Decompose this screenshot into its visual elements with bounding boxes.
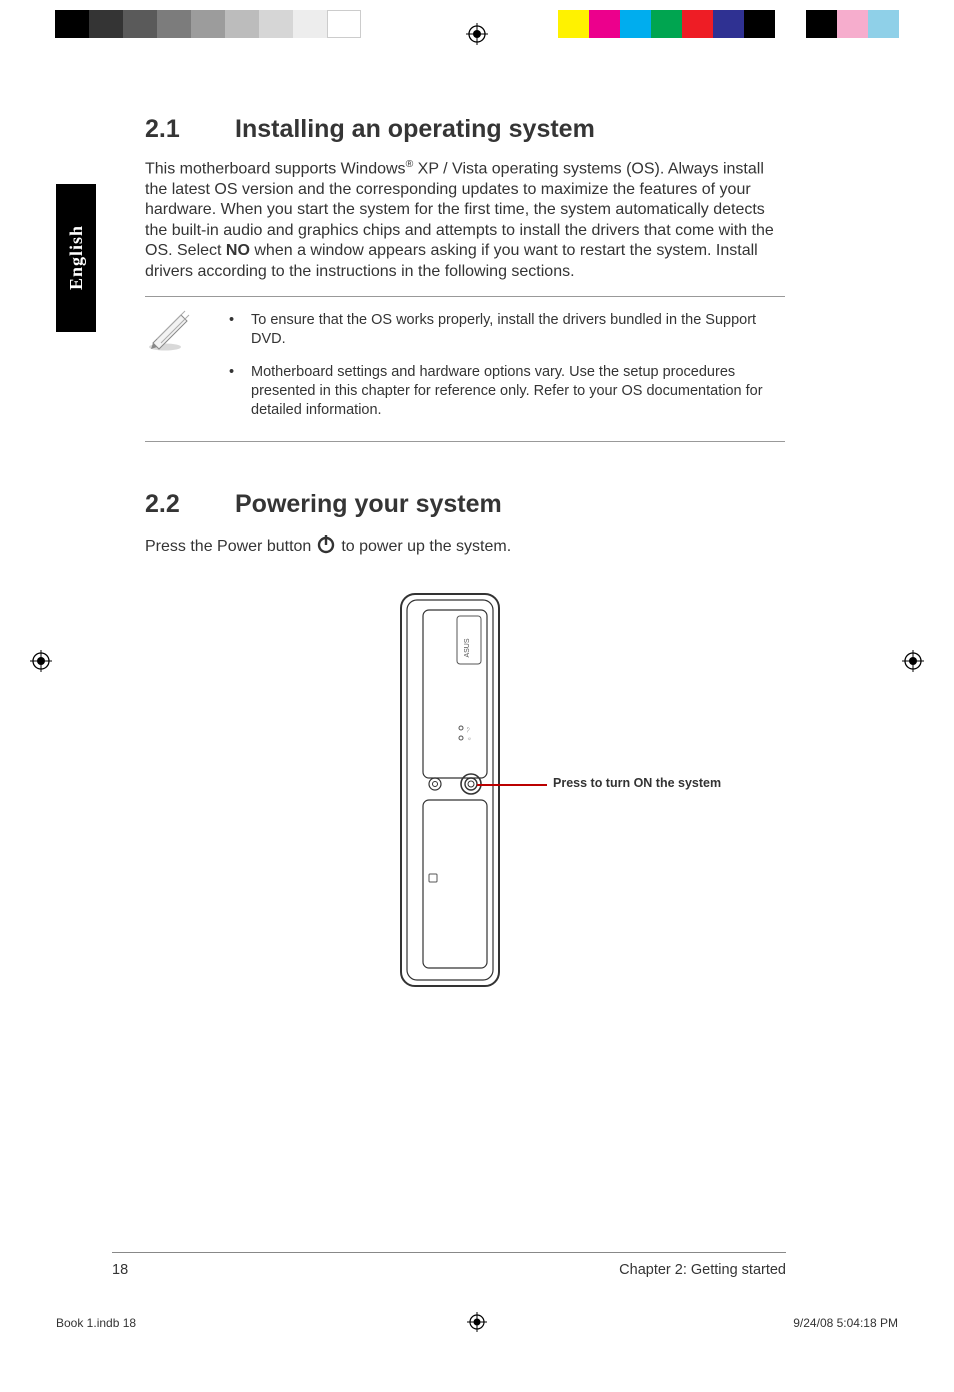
grayscale-calibration — [55, 10, 361, 38]
color-calibration — [558, 10, 899, 38]
callout-label: Press to turn ON the system — [553, 776, 721, 790]
registration-mark-icon — [466, 23, 488, 45]
svg-text:႒: ႒ — [467, 726, 470, 732]
registration-mark-right-icon — [902, 650, 924, 677]
imprint-line: Book 1.indb 18 9/24/08 5:04:18 PM — [56, 1316, 898, 1330]
system-diagram: ASUS ႒ ☼ Press to turn ON the — [145, 590, 785, 1000]
page-content: 2.1Installing an operating system This m… — [145, 115, 785, 1000]
section-2-1-body: This motherboard supports Windows® XP / … — [145, 158, 785, 282]
language-label: English — [66, 225, 87, 290]
section-number: 2.1 — [145, 115, 235, 144]
registration-mark-bottom-icon — [467, 1312, 487, 1335]
computer-tower-icon: ASUS ႒ ☼ — [395, 590, 505, 990]
imprint-file: Book 1.indb 18 — [56, 1316, 136, 1330]
page-footer: 18 Chapter 2: Getting started — [112, 1262, 786, 1278]
pencil-note-icon — [145, 305, 203, 433]
note-list: To ensure that the OS works properly, in… — [223, 305, 785, 433]
power-icon — [315, 533, 337, 560]
svg-text:ASUS: ASUS — [464, 638, 471, 657]
language-tab: English — [56, 184, 96, 332]
note-item: To ensure that the OS works properly, in… — [223, 311, 785, 349]
section-title: Installing an operating system — [235, 115, 595, 143]
svg-text:☼: ☼ — [467, 736, 472, 742]
power-instruction: Press the Power button to power up the s… — [145, 533, 785, 560]
page-number: 18 — [112, 1262, 128, 1278]
footer-rule — [112, 1252, 786, 1253]
chapter-label: Chapter 2: Getting started — [619, 1262, 786, 1278]
section-number: 2.2 — [145, 490, 235, 519]
printer-marks-top — [0, 10, 954, 38]
note-item: Motherboard settings and hardware option… — [223, 363, 785, 420]
callout-line — [477, 784, 547, 786]
registration-mark-left-icon — [30, 650, 52, 677]
section-2-2-heading: 2.2Powering your system — [145, 490, 785, 519]
note-box: To ensure that the OS works properly, in… — [145, 296, 785, 442]
section-2-1-heading: 2.1Installing an operating system — [145, 115, 785, 144]
section-2-2: 2.2Powering your system Press the Power … — [145, 490, 785, 1000]
section-title: Powering your system — [235, 490, 502, 518]
imprint-timestamp: 9/24/08 5:04:18 PM — [793, 1316, 898, 1330]
